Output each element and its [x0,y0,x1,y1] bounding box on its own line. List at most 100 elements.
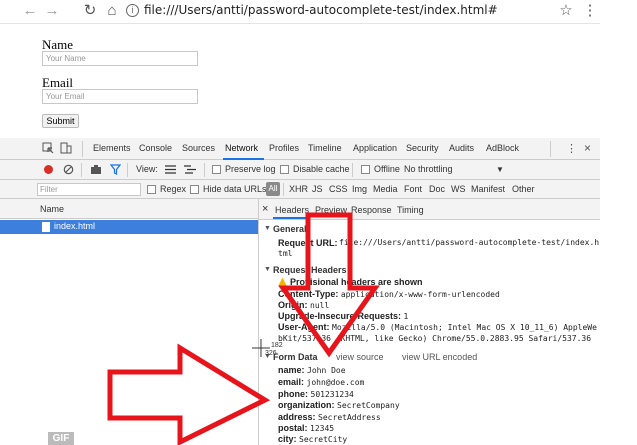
overview-icon[interactable] [184,165,196,174]
submit-button[interactable]: Submit [42,114,79,128]
header-value: application/x-www-form-urlencoded [340,290,500,299]
reload-button-icon[interactable]: ↻ [82,3,98,19]
general-expand-icon[interactable]: ▼ [264,225,271,232]
name-column-header[interactable]: Name [40,204,64,214]
tab-network[interactable]: Network [225,143,258,153]
tab-headers[interactable]: Headers [275,205,309,215]
tab-profiles[interactable]: Profiles [269,143,299,153]
form-value: SecretAddress [318,413,381,422]
request-url-value: file:///Users/antti/password-autocomplet… [339,238,600,247]
toolbar-separator [204,163,205,177]
email-input[interactable]: Your Email [42,89,198,104]
filter-ws[interactable]: WS [451,184,466,194]
form-key: postal: [278,423,308,433]
form-field-city: city: SecretCity [278,434,347,444]
preserve-log-label: Preserve log [225,164,276,174]
request-detail-tab-bar [259,199,600,220]
offline-checkbox[interactable] [361,165,370,174]
address-bar-url[interactable]: file:///Users/antti/password-autocomplet… [144,3,498,17]
form-key: organization: [278,400,335,410]
filter-js[interactable]: JS [312,184,323,194]
info-icon[interactable]: i [126,4,139,17]
offline-label: Offline [374,164,400,174]
home-button-icon[interactable]: ⌂ [104,3,120,19]
inspect-element-icon[interactable] [42,142,54,154]
throttling-chevron-down-icon[interactable]: ▼ [496,165,504,174]
filter-img[interactable]: Img [352,184,367,194]
header-value: Mozilla/5.0 (Macintosh; Intel Mac OS X 1… [332,323,597,332]
hide-data-urls-checkbox[interactable] [190,185,199,194]
disable-cache-checkbox[interactable] [280,165,289,174]
gif-badge: GIF [48,432,74,445]
filter-input[interactable]: Filter [37,183,141,196]
form-data-title[interactable]: Form Data [273,352,318,362]
header-key: User-Agent: [278,322,330,332]
warning-icon [278,277,287,286]
view-url-encoded-link[interactable]: view URL encoded [402,352,477,362]
header-value: 1 [403,312,409,321]
tab-adblock[interactable]: AdBlock [486,143,519,153]
form-value: SecretCity [299,435,348,444]
browser-menu-icon[interactable]: ⋮ [582,3,598,19]
view-source-link[interactable]: view source [336,352,384,362]
record-icon[interactable] [44,165,53,174]
device-toolbar-icon[interactable] [60,142,72,154]
form-key: address: [278,412,316,422]
tab-response[interactable]: Response [351,205,392,215]
header-value: null [310,301,330,310]
large-rows-icon[interactable] [165,165,176,174]
filter-manifest[interactable]: Manifest [471,184,505,194]
header-key: Upgrade-Insecure-Requests: [278,311,402,321]
tab-sources[interactable]: Sources [182,143,215,153]
throttling-select[interactable]: No throttling [404,164,453,174]
tab-timeline[interactable]: Timeline [308,143,342,153]
filter-font[interactable]: Font [404,184,422,194]
regex-checkbox[interactable] [147,185,156,194]
tab-audits[interactable]: Audits [449,143,474,153]
filter-all-button[interactable]: All [266,182,280,196]
view-label: View: [136,164,158,174]
form-field-name: name: John Doe [278,365,346,375]
filter-xhr[interactable]: XHR [289,184,308,194]
toolbar-separator [352,163,353,177]
general-section-title[interactable]: General [273,224,307,234]
request-url-value-cont: tml [278,249,293,258]
header-origin: Origin: null [278,300,329,310]
request-name: index.html [54,221,96,231]
tab-application[interactable]: Application [353,143,397,153]
clear-icon[interactable] [63,164,74,175]
devtools-menu-icon[interactable]: ⋮ [566,142,577,155]
table-row[interactable] [0,220,258,234]
regex-label: Regex [160,184,187,194]
preserve-log-checkbox[interactable] [212,165,221,174]
bookmark-star-icon[interactable]: ☆ [558,3,574,19]
request-url-key: Request URL: [278,238,338,248]
screenshot-camera-icon[interactable] [90,164,102,175]
filter-media[interactable]: Media [373,184,398,194]
disable-cache-label: Disable cache [293,164,350,174]
tab-console[interactable]: Console [139,143,172,153]
request-headers-title[interactable]: Request Headers [273,265,347,275]
form-value: SecretCompany [337,401,400,410]
form-key: city: [278,434,297,444]
tab-separator [82,141,83,157]
panel-divider[interactable] [258,199,259,445]
devtools-close-icon[interactable]: × [584,141,591,155]
filter-other[interactable]: Other [512,184,535,194]
back-button-icon[interactable]: ← [22,3,38,19]
forward-button-icon[interactable]: → [44,3,60,19]
tab-preview[interactable]: Preview [315,205,347,215]
form-field-organization: organization: SecretCompany [278,400,400,410]
filter-css[interactable]: CSS [329,184,348,194]
provisional-headers-warning: Provisional headers are shown [290,277,423,287]
tab-timing[interactable]: Timing [397,205,424,215]
tab-security[interactable]: Security [406,143,439,153]
filter-funnel-icon[interactable] [110,164,121,175]
request-headers-expand-icon[interactable]: ▼ [264,266,271,273]
filter-doc[interactable]: Doc [429,184,445,194]
name-input[interactable]: Your Name [42,51,198,66]
form-field-address: address: SecretAddress [278,412,381,422]
detail-close-icon[interactable]: × [262,203,268,215]
tab-elements[interactable]: Elements [93,143,131,153]
form-value: john@doe.com [306,378,365,387]
